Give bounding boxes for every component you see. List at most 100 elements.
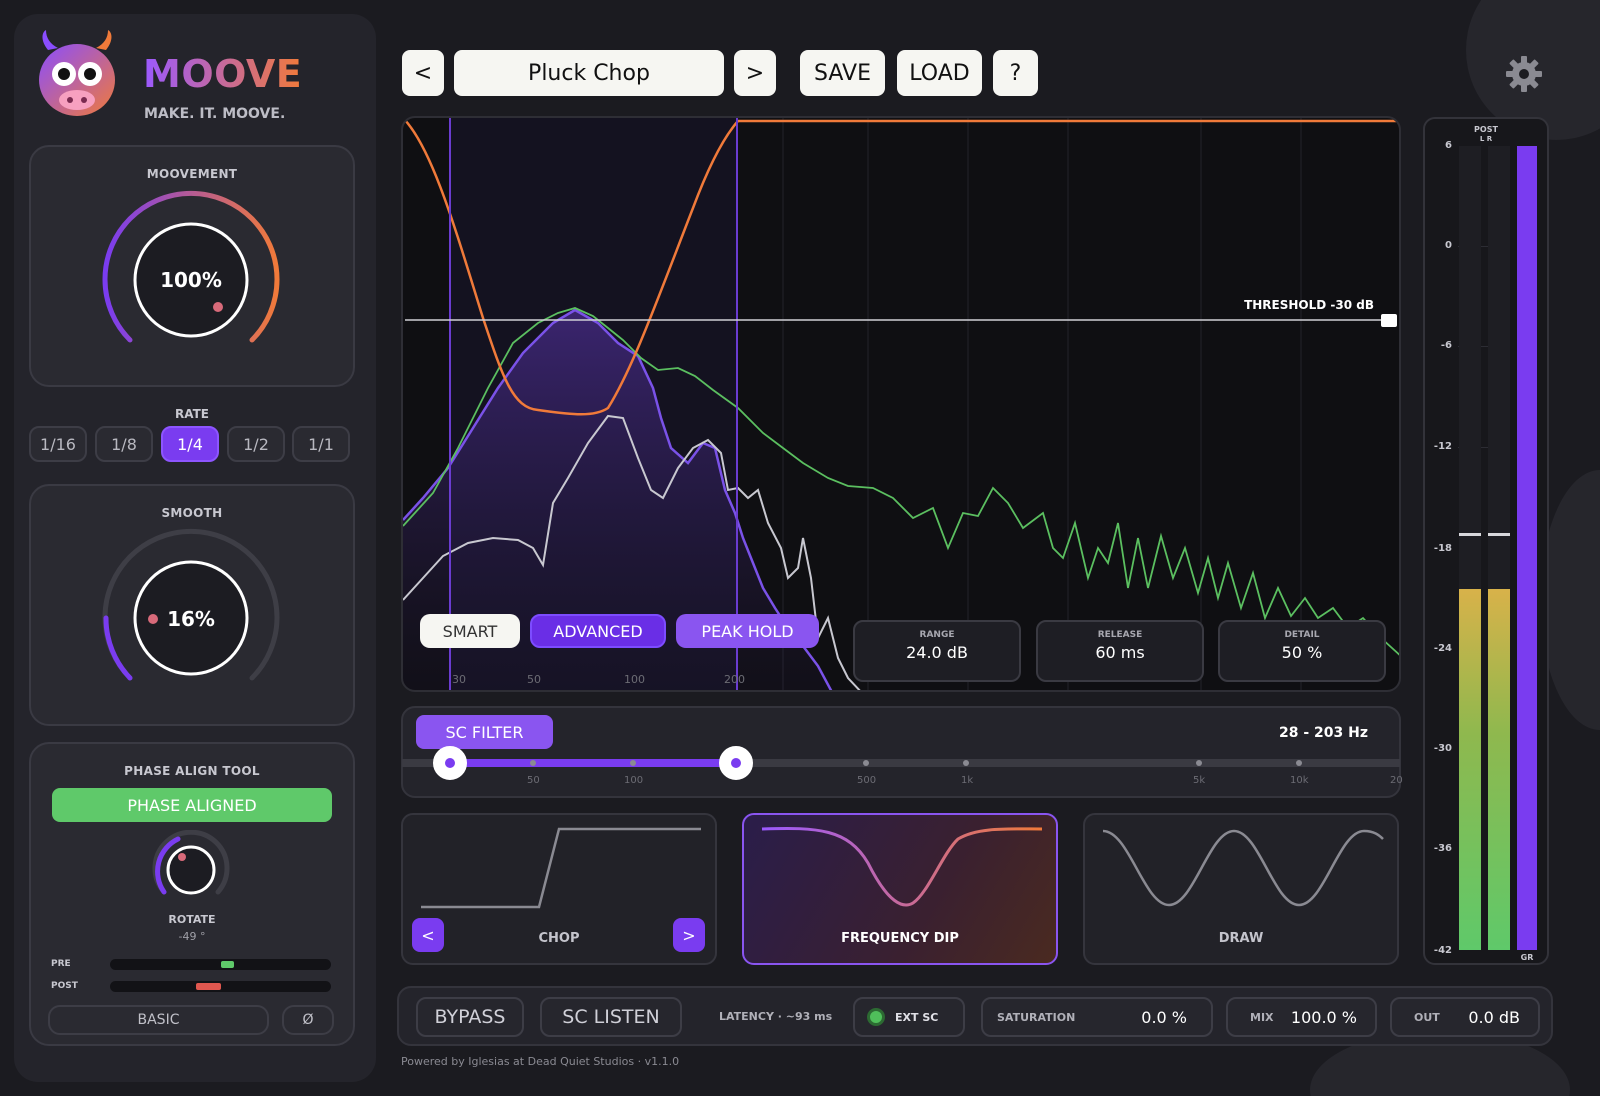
pre-label: PRE bbox=[51, 959, 71, 969]
preset-next-button[interactable]: > bbox=[734, 50, 776, 96]
peak-hold-button[interactable]: PEAK HOLD bbox=[676, 614, 819, 648]
meter-left-fill bbox=[1459, 589, 1481, 950]
preset-prev-button[interactable]: < bbox=[402, 50, 444, 96]
meter-right-fill bbox=[1488, 589, 1510, 950]
load-button[interactable]: LOAD bbox=[897, 50, 982, 96]
db-label: -42 bbox=[1433, 945, 1452, 956]
polarity-button[interactable]: Ø bbox=[282, 1005, 334, 1035]
frequency-dip-shape bbox=[761, 826, 1043, 907]
brand-name: MOOVE bbox=[143, 52, 303, 96]
sc-label-500: 500 bbox=[857, 775, 877, 786]
phase-aligned-status: PHASE ALIGNED bbox=[52, 788, 332, 822]
rotate-label: ROTATE bbox=[168, 913, 216, 926]
movement-title: MOOVEMENT bbox=[146, 167, 238, 181]
post-meter bbox=[110, 981, 331, 992]
sc-listen-button[interactable]: SC LISTEN bbox=[540, 997, 682, 1037]
bypass-button[interactable]: BYPASS bbox=[416, 997, 524, 1037]
chop-mode-card[interactable]: CHOP bbox=[401, 813, 717, 965]
gear-icon[interactable] bbox=[1505, 55, 1543, 93]
draw-label: DRAW bbox=[1218, 931, 1264, 946]
ext-sc-toggle[interactable]: EXT SC bbox=[853, 997, 965, 1037]
tick-dot bbox=[530, 760, 536, 766]
range-value: 24.0 dB bbox=[906, 643, 968, 662]
range-control[interactable]: RANGE 24.0 dB bbox=[853, 620, 1021, 682]
tick-dot bbox=[630, 760, 636, 766]
db-label: 0 bbox=[1445, 240, 1452, 251]
cow-logo-icon bbox=[39, 30, 115, 116]
post-label: POST bbox=[51, 981, 78, 991]
basic-button[interactable]: BASIC bbox=[48, 1005, 269, 1035]
out-label: OUT bbox=[1414, 1011, 1440, 1024]
range-label: RANGE bbox=[919, 630, 955, 640]
sc-label-5k: 5k bbox=[1193, 775, 1206, 786]
saturation-label: SATURATION bbox=[997, 1011, 1076, 1024]
ext-sc-indicator bbox=[867, 1008, 885, 1026]
rate-button-1-1[interactable]: 1/1 bbox=[292, 426, 350, 462]
detail-control[interactable]: DETAIL 50 % bbox=[1218, 620, 1386, 682]
help-button[interactable]: ? bbox=[993, 50, 1038, 96]
chop-prev-button[interactable]: < bbox=[412, 918, 444, 952]
spectrum-analyzer[interactable] bbox=[401, 116, 1401, 692]
mix-value: 100.0 % bbox=[1290, 1008, 1357, 1027]
detail-value: 50 % bbox=[1281, 643, 1323, 662]
db-label: -36 bbox=[1433, 843, 1452, 854]
tick-dot bbox=[1296, 760, 1302, 766]
post-meter-fill bbox=[196, 983, 221, 990]
db-label: -24 bbox=[1433, 643, 1452, 654]
release-control[interactable]: RELEASE 60 ms bbox=[1036, 620, 1204, 682]
preset-name[interactable]: Pluck Chop bbox=[454, 50, 724, 96]
sc-filter-high-handle[interactable] bbox=[719, 746, 753, 780]
rotate-knob[interactable] bbox=[148, 830, 234, 904]
release-label: RELEASE bbox=[1097, 630, 1143, 640]
chop-shape bbox=[421, 827, 701, 909]
chop-label: CHOP bbox=[538, 931, 580, 946]
sc-label-100: 100 bbox=[624, 775, 644, 786]
out-control[interactable]: OUT 0.0 dB bbox=[1390, 997, 1540, 1037]
freq-label-200: 200 bbox=[724, 673, 745, 686]
sc-filter-low-handle[interactable] bbox=[433, 746, 467, 780]
rate-button-1-4[interactable]: 1/4 bbox=[161, 426, 219, 462]
pre-meter-fill bbox=[221, 961, 234, 968]
db-label: -30 bbox=[1433, 743, 1452, 754]
tick-dot bbox=[963, 760, 969, 766]
sc-label-50: 50 bbox=[527, 775, 540, 786]
chop-next-button[interactable]: > bbox=[673, 918, 705, 952]
spectrum-graph bbox=[403, 118, 1399, 690]
rate-button-1-2[interactable]: 1/2 bbox=[227, 426, 285, 462]
brand-tagline: MAKE. IT. MOOVE. bbox=[144, 106, 286, 122]
saturation-control[interactable]: SATURATION 0.0 % bbox=[981, 997, 1213, 1037]
tick-dot bbox=[863, 760, 869, 766]
meter-left-channel bbox=[1459, 146, 1481, 950]
meter-left-peak bbox=[1459, 533, 1481, 536]
rate-button-1-8[interactable]: 1/8 bbox=[95, 426, 153, 462]
freq-label-50: 50 bbox=[527, 673, 541, 686]
phase-align-title: PHASE ALIGN TOOL bbox=[124, 764, 260, 778]
saturation-value: 0.0 % bbox=[1141, 1008, 1187, 1027]
release-value: 60 ms bbox=[1095, 643, 1145, 662]
draw-shape bbox=[1102, 829, 1384, 907]
sc-filter-active-range bbox=[450, 759, 736, 767]
db-label: -12 bbox=[1433, 441, 1452, 452]
meter-right-channel bbox=[1488, 146, 1510, 950]
mix-control[interactable]: MIX 100.0 % bbox=[1226, 997, 1377, 1037]
background-circle bbox=[1540, 470, 1600, 730]
save-button[interactable]: SAVE bbox=[800, 50, 885, 96]
ext-sc-label: EXT SC bbox=[895, 1011, 939, 1024]
gain-reduction-meter bbox=[1517, 146, 1537, 950]
footer-credits: Powered by Iglesias at Dead Quiet Studio… bbox=[401, 1055, 680, 1068]
smooth-title: SMOOTH bbox=[161, 506, 223, 520]
smart-button[interactable]: SMART bbox=[420, 614, 520, 648]
sc-filter-button[interactable]: SC FILTER bbox=[416, 715, 553, 749]
sc-label-10k: 10k bbox=[1290, 775, 1309, 786]
threshold-label: THRESHOLD -30 dB bbox=[1244, 298, 1374, 312]
rate-button-1-16[interactable]: 1/16 bbox=[29, 426, 87, 462]
db-label: -18 bbox=[1433, 543, 1452, 554]
frequency-dip-label: FREQUENCY DIP bbox=[841, 931, 959, 946]
draw-mode-card[interactable]: DRAW bbox=[1083, 813, 1399, 965]
frequency-dip-mode-card[interactable]: FREQUENCY DIP bbox=[742, 813, 1058, 965]
advanced-button[interactable]: ADVANCED bbox=[530, 614, 666, 648]
sc-filter-range: 28 - 203 Hz bbox=[1278, 725, 1368, 741]
rate-title: RATE bbox=[175, 407, 209, 421]
detail-label: DETAIL bbox=[1284, 630, 1320, 640]
gr-label: GR bbox=[1520, 953, 1534, 962]
